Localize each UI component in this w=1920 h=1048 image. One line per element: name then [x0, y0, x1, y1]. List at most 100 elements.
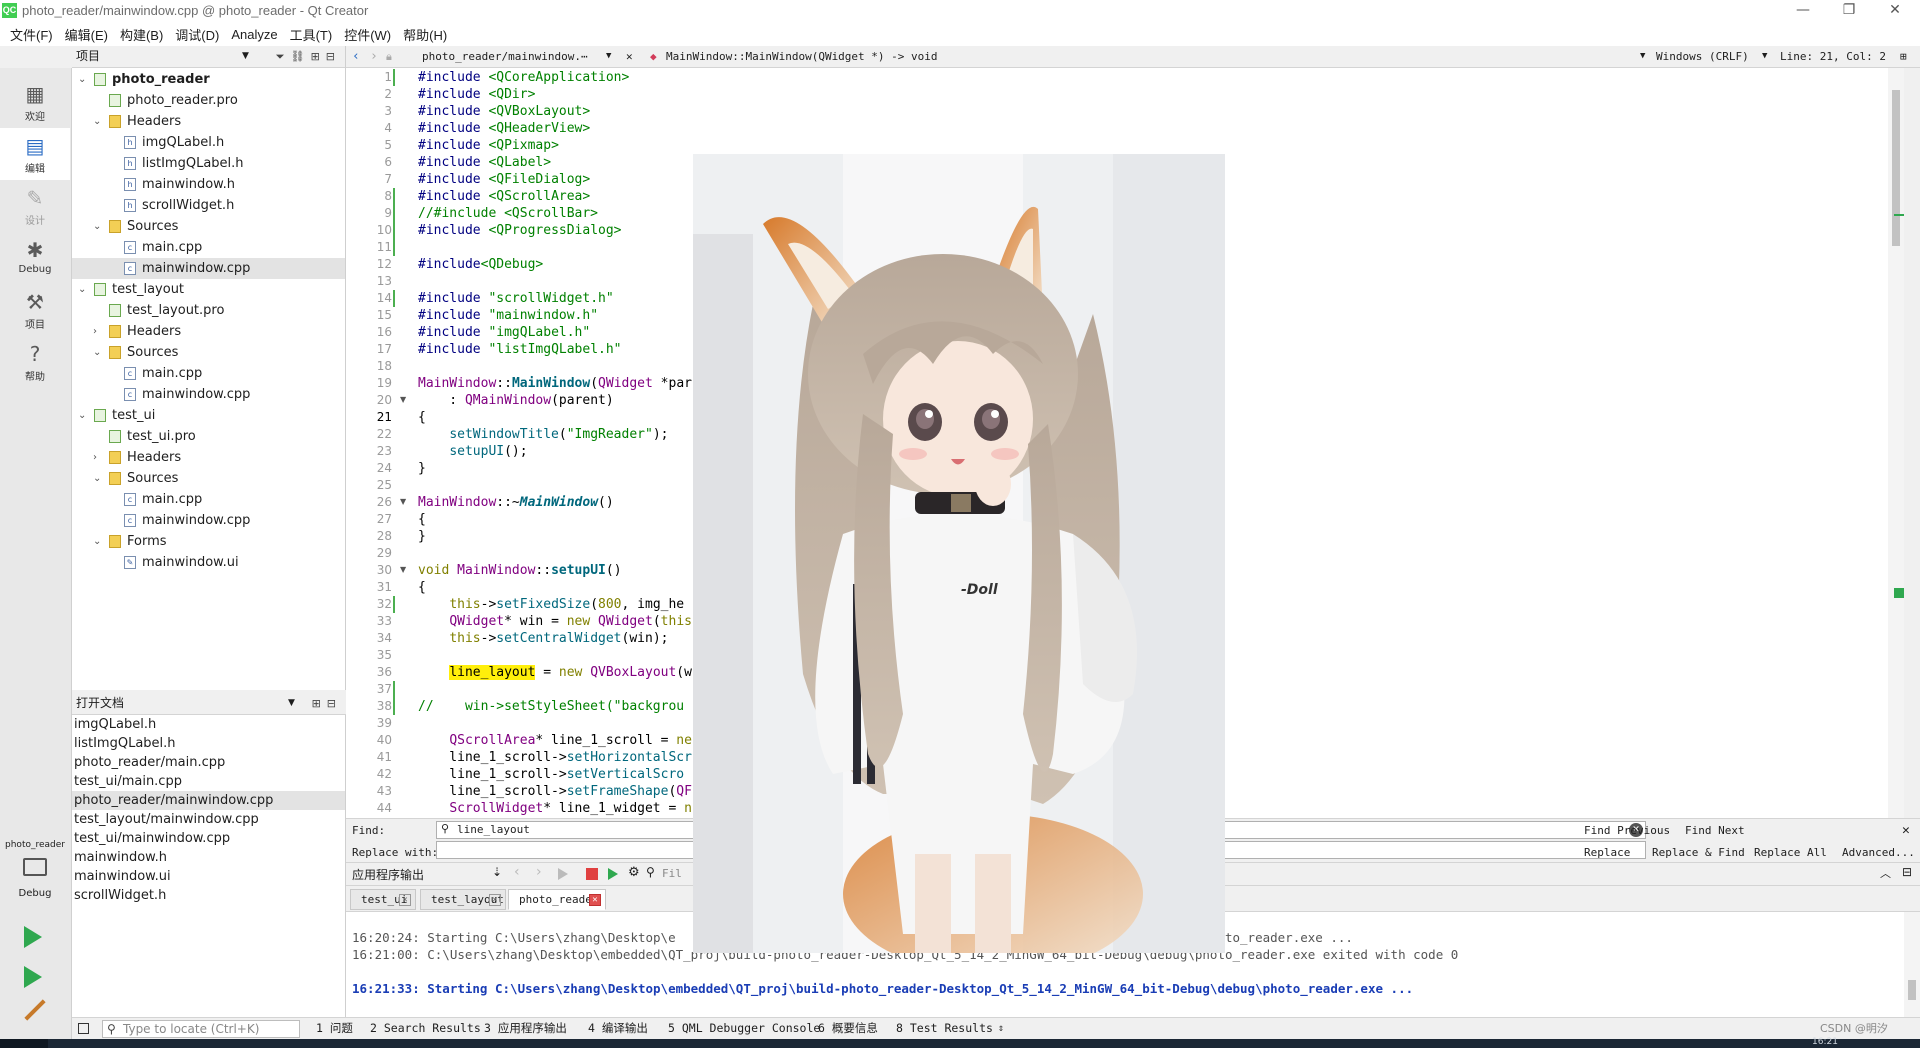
code-line[interactable]: MainWindow::~MainWindow() [418, 494, 614, 511]
close-tab-icon[interactable]: ✕ [399, 894, 411, 906]
mode-debug[interactable]: ✱ Debug [0, 232, 70, 284]
open-document-item[interactable]: listImgQLabel.h [72, 734, 345, 753]
scrollbar-thumb[interactable] [1892, 90, 1900, 246]
attach-icon[interactable]: ⇣ [492, 865, 502, 879]
tree-file[interactable]: c main.cpp [72, 237, 345, 258]
code-line[interactable]: #include "scrollWidget.h" [418, 290, 614, 307]
code-line[interactable]: #include <QCoreApplication> [418, 69, 629, 86]
code-line[interactable]: ScrollWidget* line_1_widget = n [418, 800, 692, 817]
split-icon[interactable]: ⊞ [311, 50, 326, 63]
status-issues[interactable]: 1 问题 [316, 1018, 353, 1039]
tree-folder[interactable]: ⌄ Headers [72, 111, 345, 132]
code-line[interactable]: { [418, 579, 426, 596]
code-line[interactable]: MainWindow::MainWindow(QWidget *par [418, 375, 692, 392]
code-line[interactable]: #include "listImgQLabel.h" [418, 341, 622, 358]
tree-file[interactable]: test_ui.pro [72, 426, 345, 447]
tree-file[interactable]: c main.cpp [72, 489, 345, 510]
code-line[interactable]: line_layout = new QVBoxLayout(w [418, 664, 692, 681]
file-selector[interactable]: photo_reader/mainwindow.⋯ [422, 46, 588, 67]
menu-debug[interactable]: 调试(D) [169, 25, 225, 44]
status-app-output[interactable]: 3 应用程序输出 [484, 1018, 567, 1039]
menu-analyze[interactable]: Analyze [225, 27, 283, 42]
code-line[interactable]: #include "imgQLabel.h" [418, 324, 590, 341]
output-filter-input[interactable]: Fil [662, 867, 682, 880]
status-compile-output[interactable]: 4 编译输出 [588, 1018, 648, 1039]
open-document-item[interactable]: photo_reader/main.cpp [72, 753, 345, 772]
code-line[interactable]: #include <QScrollArea> [418, 188, 590, 205]
code-line[interactable]: #include<QDebug> [418, 256, 543, 273]
menu-help[interactable]: 帮助(H) [397, 25, 453, 44]
back-arrow-icon[interactable]: ‹ [514, 864, 520, 880]
tree-file[interactable]: c main.cpp [72, 363, 345, 384]
scrollbar-thumb[interactable] [1908, 980, 1916, 1000]
chevron-down-icon[interactable]: ⌄ [78, 405, 90, 426]
maximize-button[interactable]: ❐ [1826, 0, 1872, 22]
status-test-results[interactable]: 8 Test Results [896, 1018, 993, 1039]
status-summary[interactable]: 6 概要信息 [818, 1018, 878, 1039]
advanced-button[interactable]: Advanced... [1842, 846, 1915, 859]
open-document-item[interactable]: test_layout/mainwindow.cpp [72, 810, 345, 829]
mode-edit[interactable]: ▤ 编辑 [0, 128, 70, 180]
line-ending-selector[interactable]: Windows (CRLF) [1656, 46, 1749, 67]
tree-file[interactable]: test_layout.pro [72, 300, 345, 321]
code-line[interactable]: #include <QProgressDialog> [418, 222, 622, 239]
tab-photo-reader[interactable]: photo_reader ✕ [508, 889, 606, 910]
close-tab-icon[interactable]: ✕ [589, 894, 601, 906]
locator-input[interactable]: ⚲ Type to locate (Ctrl+K) [102, 1020, 300, 1038]
code-line[interactable]: #include <QVBoxLayout> [418, 103, 590, 120]
code-line[interactable]: } [418, 460, 426, 477]
debug-run-icon[interactable] [24, 966, 42, 988]
code-line[interactable]: // win->setStyleSheet("backgrou [418, 698, 684, 715]
chevron-down-icon[interactable]: ▼ [242, 46, 249, 67]
back-arrow-icon[interactable]: ‹ [352, 46, 360, 67]
stop-icon[interactable] [586, 868, 598, 880]
tree-file[interactable]: h imgQLabel.h [72, 132, 345, 153]
code-line[interactable]: #include <QPixmap> [418, 137, 559, 154]
gear-icon[interactable]: ⚙ [628, 865, 640, 880]
code-line[interactable]: line_1_scroll->setVerticalScro [418, 766, 684, 783]
code-line[interactable]: setupUI(); [418, 443, 527, 460]
sidebar-toggle-icon[interactable] [78, 1023, 89, 1034]
code-line[interactable]: //#include <QScrollBar> [418, 205, 598, 222]
cursor-position[interactable]: Line: 21, Col: 2 [1780, 46, 1886, 67]
editor-scrollbar[interactable] [1888, 68, 1904, 818]
close-window-button[interactable]: ✕ [1872, 0, 1918, 22]
split-icon[interactable]: ⊞ [312, 697, 327, 710]
code-line[interactable]: #include "mainwindow.h" [418, 307, 598, 324]
menu-build[interactable]: 构建(B) [114, 25, 169, 44]
chevron-right-icon[interactable]: › [93, 321, 105, 342]
chevron-down-icon[interactable]: ▼ [1762, 46, 1767, 67]
debug-run-icon[interactable] [608, 868, 618, 880]
replace-find-button[interactable]: Replace & Find [1652, 846, 1745, 859]
code-line[interactable]: #include <QFileDialog> [418, 171, 590, 188]
tree-folder[interactable]: › Headers [72, 447, 345, 468]
code-line[interactable]: QScrollArea* line_1_scroll = ne [418, 732, 692, 749]
rerun-icon[interactable] [558, 868, 568, 880]
build-hammer-icon[interactable] [24, 999, 46, 1021]
run-icon[interactable] [24, 926, 42, 948]
fold-icon[interactable]: ▼ [400, 497, 406, 506]
forward-arrow-icon[interactable]: › [370, 46, 378, 67]
tree-folder[interactable]: ⌄ Sources [72, 468, 345, 489]
code-line[interactable]: { [418, 409, 426, 426]
close-pane-icon[interactable]: ⊟ [1902, 865, 1912, 879]
replace-button[interactable]: Replace [1584, 846, 1630, 859]
code-line[interactable]: setWindowTitle("ImgReader"); [418, 426, 668, 443]
chevron-down-icon[interactable]: ⌄ [78, 279, 90, 300]
open-document-item[interactable]: mainwindow.ui [72, 867, 345, 886]
fold-icon[interactable]: ▼ [400, 565, 406, 574]
menu-edit[interactable]: 编辑(E) [59, 25, 114, 44]
tree-folder[interactable]: ⌄ Sources [72, 216, 345, 237]
tree-file[interactable]: photo_reader.pro [72, 90, 345, 111]
code-line[interactable]: #include <QDir> [418, 86, 535, 103]
filter-icon[interactable]: ⏷ [276, 50, 291, 63]
mode-welcome[interactable]: ▦ 欢迎 [0, 76, 70, 128]
symbol-selector[interactable]: MainWindow::MainWindow(QWidget *) -> voi… [666, 46, 938, 67]
minimize-button[interactable]: — [1780, 0, 1826, 22]
chevron-down-icon[interactable]: ⌄ [93, 468, 105, 489]
tree-project[interactable]: ⌄ test_layout [72, 279, 345, 300]
open-document-item[interactable]: scrollWidget.h [72, 886, 345, 905]
tree-folder[interactable]: ⌄ Sources [72, 342, 345, 363]
kit-selector[interactable]: Debug [0, 854, 70, 906]
code-line[interactable]: line_1_scroll->setFrameShape(QF [418, 783, 692, 800]
